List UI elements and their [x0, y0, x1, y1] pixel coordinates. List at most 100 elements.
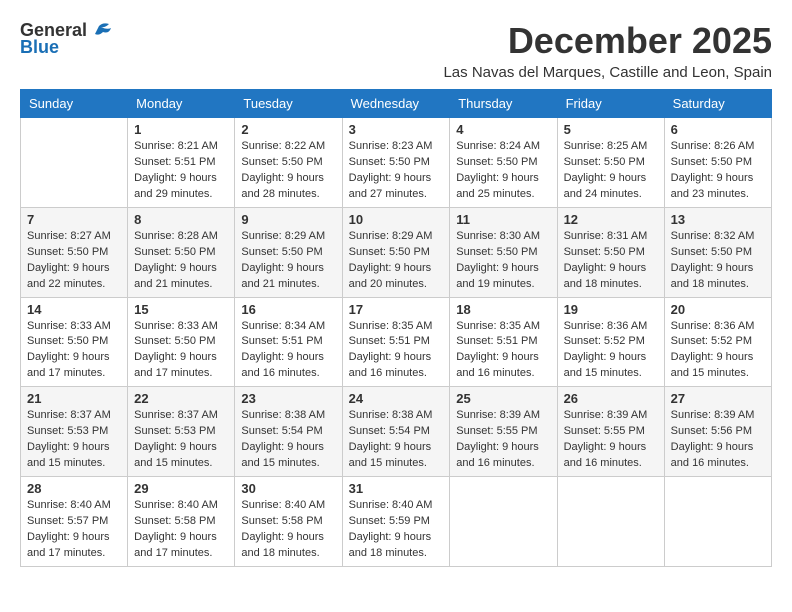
day-number: 10 — [349, 212, 444, 227]
day-number: 5 — [564, 122, 658, 137]
calendar-week-row: 21 Sunrise: 8:37 AM Sunset: 5:53 PM Dayli… — [21, 387, 772, 477]
logo: General Blue — [20, 20, 113, 58]
day-number: 25 — [456, 391, 550, 406]
calendar-day-cell: 21 Sunrise: 8:37 AM Sunset: 5:53 PM Dayli… — [21, 387, 128, 477]
calendar-day-cell — [664, 477, 771, 567]
calendar-day-cell — [21, 118, 128, 208]
day-info: Sunrise: 8:38 AM Sunset: 5:54 PM Dayligh… — [349, 408, 444, 472]
calendar-day-cell: 18Sunrise: 8:35 AM Sunset: 5:51 PM Dayli… — [450, 297, 557, 387]
day-info: Sunrise: 8:35 AM Sunset: 5:51 PM Dayligh… — [456, 319, 550, 383]
day-info: Sunrise: 8:31 AM Sunset: 5:50 PM Dayligh… — [564, 229, 658, 293]
day-info: Sunrise: 8:36 AM Sunset: 5:52 PM Dayligh… — [671, 319, 765, 383]
day-number: 12 — [564, 212, 658, 227]
day-info: Sunrise: 8:39 AM Sunset: 5:55 PM Dayligh… — [564, 408, 658, 472]
day-number: 20 — [671, 302, 765, 317]
day-info: Sunrise: 8:40 AM Sunset: 5:58 PM Dayligh… — [241, 498, 335, 562]
day-number: 7 — [27, 212, 121, 227]
day-info: Sunrise: 8:34 AM Sunset: 5:51 PM Dayligh… — [241, 319, 335, 383]
calendar-day-cell: 6 Sunrise: 8:26 AM Sunset: 5:50 PM Daylig… — [664, 118, 771, 208]
calendar-day-cell: 19 Sunrise: 8:36 AM Sunset: 5:52 PM Dayli… — [557, 297, 664, 387]
day-number: 13 — [671, 212, 765, 227]
day-info: Sunrise: 8:26 AM Sunset: 5:50 PM Dayligh… — [671, 139, 765, 203]
calendar-week-row: 14 Sunrise: 8:33 AM Sunset: 5:50 PM Dayli… — [21, 297, 772, 387]
calendar-day-cell: 17Sunrise: 8:35 AM Sunset: 5:51 PM Dayli… — [342, 297, 450, 387]
calendar-week-row: 28 Sunrise: 8:40 AM Sunset: 5:57 PM Dayli… — [21, 477, 772, 567]
calendar-day-cell: 24 Sunrise: 8:38 AM Sunset: 5:54 PM Dayli… — [342, 387, 450, 477]
calendar-day-cell: 27Sunrise: 8:39 AM Sunset: 5:56 PM Dayli… — [664, 387, 771, 477]
day-of-week-header: Friday — [557, 90, 664, 118]
calendar-day-cell: 29Sunrise: 8:40 AM Sunset: 5:58 PM Dayli… — [128, 477, 235, 567]
logo-bird-icon — [91, 22, 113, 40]
day-number: 29 — [134, 481, 228, 496]
calendar-week-row: 1Sunrise: 8:21 AM Sunset: 5:51 PM Daylig… — [21, 118, 772, 208]
calendar-header-row: SundayMondayTuesdayWednesdayThursdayFrid… — [21, 90, 772, 118]
day-of-week-header: Monday — [128, 90, 235, 118]
day-number: 2 — [241, 122, 335, 137]
day-info: Sunrise: 8:36 AM Sunset: 5:52 PM Dayligh… — [564, 319, 658, 383]
calendar-day-cell: 13 Sunrise: 8:32 AM Sunset: 5:50 PM Dayli… — [664, 207, 771, 297]
day-number: 28 — [27, 481, 121, 496]
day-number: 9 — [241, 212, 335, 227]
day-info: Sunrise: 8:33 AM Sunset: 5:50 PM Dayligh… — [27, 319, 121, 383]
day-info: Sunrise: 8:37 AM Sunset: 5:53 PM Dayligh… — [134, 408, 228, 472]
day-of-week-header: Wednesday — [342, 90, 450, 118]
day-number: 3 — [349, 122, 444, 137]
day-number: 26 — [564, 391, 658, 406]
calendar-day-cell: 16Sunrise: 8:34 AM Sunset: 5:51 PM Dayli… — [235, 297, 342, 387]
day-info: Sunrise: 8:32 AM Sunset: 5:50 PM Dayligh… — [671, 229, 765, 293]
day-number: 8 — [134, 212, 228, 227]
day-info: Sunrise: 8:38 AM Sunset: 5:54 PM Dayligh… — [241, 408, 335, 472]
day-info: Sunrise: 8:22 AM Sunset: 5:50 PM Dayligh… — [241, 139, 335, 203]
day-info: Sunrise: 8:40 AM Sunset: 5:57 PM Dayligh… — [27, 498, 121, 562]
calendar-day-cell — [450, 477, 557, 567]
day-info: Sunrise: 8:24 AM Sunset: 5:50 PM Dayligh… — [456, 139, 550, 203]
calendar-table: SundayMondayTuesdayWednesdayThursdayFrid… — [20, 89, 772, 567]
day-number: 1 — [134, 122, 228, 137]
calendar-day-cell: 2 Sunrise: 8:22 AM Sunset: 5:50 PM Daylig… — [235, 118, 342, 208]
day-of-week-header: Sunday — [21, 90, 128, 118]
calendar-day-cell: 23Sunrise: 8:38 AM Sunset: 5:54 PM Dayli… — [235, 387, 342, 477]
day-of-week-header: Tuesday — [235, 90, 342, 118]
calendar-day-cell: 30 Sunrise: 8:40 AM Sunset: 5:58 PM Dayli… — [235, 477, 342, 567]
day-info: Sunrise: 8:23 AM Sunset: 5:50 PM Dayligh… — [349, 139, 444, 203]
day-number: 15 — [134, 302, 228, 317]
calendar-day-cell: 14 Sunrise: 8:33 AM Sunset: 5:50 PM Dayli… — [21, 297, 128, 387]
day-info: Sunrise: 8:33 AM Sunset: 5:50 PM Dayligh… — [134, 319, 228, 383]
day-number: 17 — [349, 302, 444, 317]
calendar-day-cell: 25 Sunrise: 8:39 AM Sunset: 5:55 PM Dayli… — [450, 387, 557, 477]
day-info: Sunrise: 8:25 AM Sunset: 5:50 PM Dayligh… — [564, 139, 658, 203]
day-number: 11 — [456, 212, 550, 227]
title-section: December 2025 Las Navas del Marques, Cas… — [443, 20, 772, 81]
day-info: Sunrise: 8:29 AM Sunset: 5:50 PM Dayligh… — [241, 229, 335, 293]
month-title: December 2025 — [443, 20, 772, 62]
day-number: 31 — [349, 481, 444, 496]
location-subtitle: Las Navas del Marques, Castille and Leon… — [443, 64, 772, 81]
calendar-day-cell — [557, 477, 664, 567]
day-number: 22 — [134, 391, 228, 406]
day-number: 30 — [241, 481, 335, 496]
calendar-day-cell: 1Sunrise: 8:21 AM Sunset: 5:51 PM Daylig… — [128, 118, 235, 208]
calendar-day-cell: 3 Sunrise: 8:23 AM Sunset: 5:50 PM Daylig… — [342, 118, 450, 208]
day-number: 24 — [349, 391, 444, 406]
day-info: Sunrise: 8:37 AM Sunset: 5:53 PM Dayligh… — [27, 408, 121, 472]
calendar-day-cell: 5 Sunrise: 8:25 AM Sunset: 5:50 PM Daylig… — [557, 118, 664, 208]
calendar-day-cell: 8 Sunrise: 8:28 AM Sunset: 5:50 PM Daylig… — [128, 207, 235, 297]
day-number: 19 — [564, 302, 658, 317]
calendar-day-cell: 28 Sunrise: 8:40 AM Sunset: 5:57 PM Dayli… — [21, 477, 128, 567]
day-info: Sunrise: 8:27 AM Sunset: 5:50 PM Dayligh… — [27, 229, 121, 293]
day-number: 21 — [27, 391, 121, 406]
day-info: Sunrise: 8:29 AM Sunset: 5:50 PM Dayligh… — [349, 229, 444, 293]
day-of-week-header: Saturday — [664, 90, 771, 118]
day-number: 6 — [671, 122, 765, 137]
calendar-day-cell: 31Sunrise: 8:40 AM Sunset: 5:59 PM Dayli… — [342, 477, 450, 567]
page-header: General Blue December 2025 Las Navas del… — [20, 20, 772, 81]
day-info: Sunrise: 8:28 AM Sunset: 5:50 PM Dayligh… — [134, 229, 228, 293]
calendar-day-cell: 9 Sunrise: 8:29 AM Sunset: 5:50 PM Daylig… — [235, 207, 342, 297]
calendar-day-cell: 11Sunrise: 8:30 AM Sunset: 5:50 PM Dayli… — [450, 207, 557, 297]
day-info: Sunrise: 8:39 AM Sunset: 5:56 PM Dayligh… — [671, 408, 765, 472]
calendar-day-cell: 7 Sunrise: 8:27 AM Sunset: 5:50 PM Daylig… — [21, 207, 128, 297]
logo-blue-text: Blue — [20, 37, 59, 58]
day-info: Sunrise: 8:39 AM Sunset: 5:55 PM Dayligh… — [456, 408, 550, 472]
calendar-day-cell: 12 Sunrise: 8:31 AM Sunset: 5:50 PM Dayli… — [557, 207, 664, 297]
day-number: 14 — [27, 302, 121, 317]
